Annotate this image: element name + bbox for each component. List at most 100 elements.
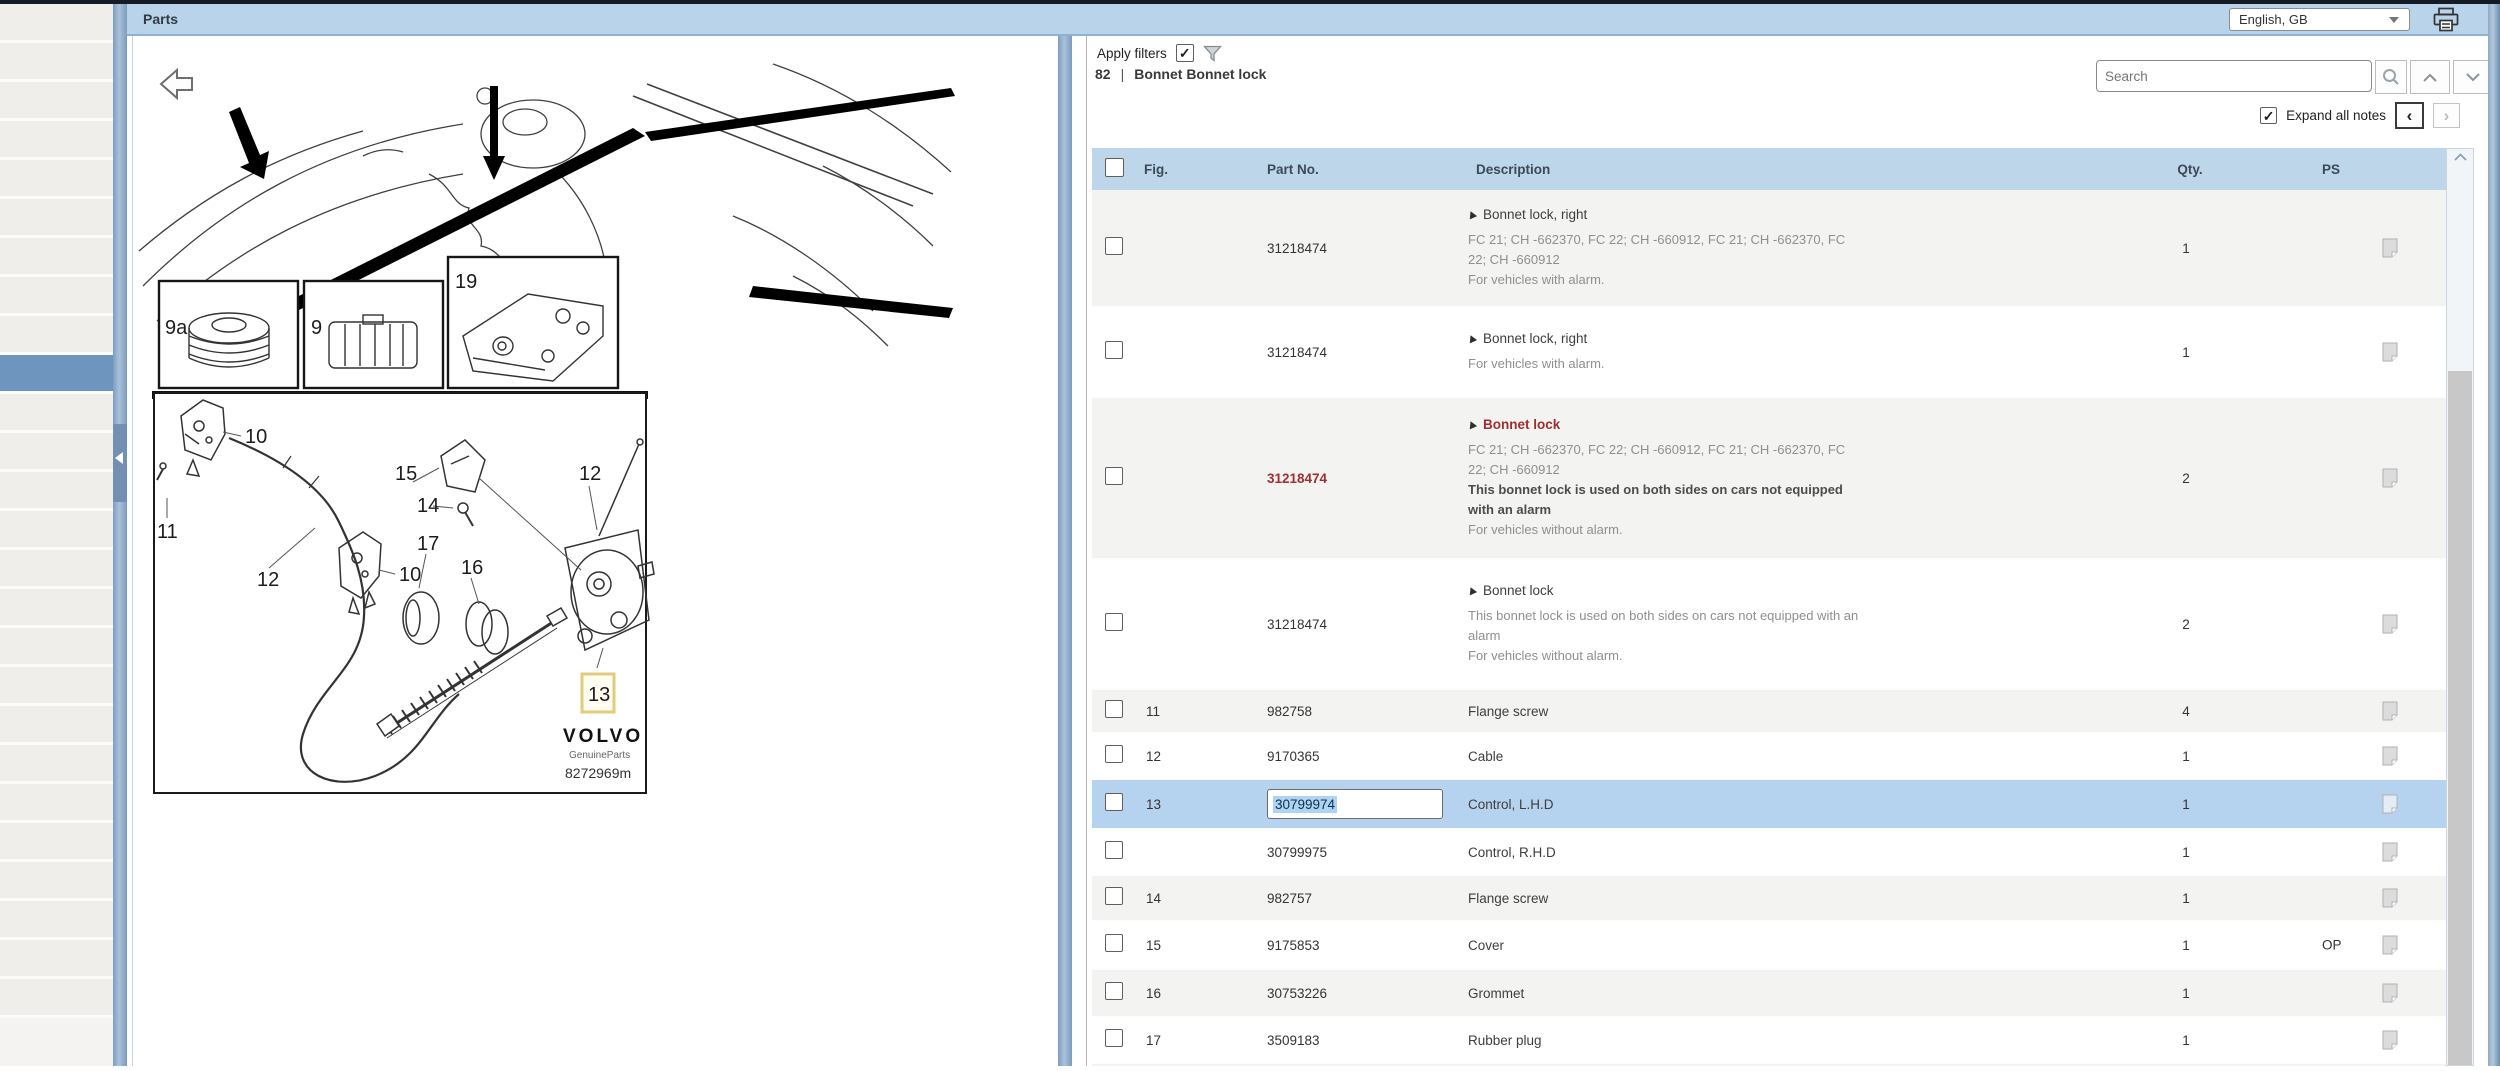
- note-page-icon[interactable]: [2382, 614, 2399, 634]
- row-checkbox[interactable]: [1105, 467, 1123, 485]
- sidebar-item[interactable]: [0, 160, 113, 199]
- sidebar-item[interactable]: [0, 433, 113, 472]
- sidebar-item[interactable]: [0, 628, 113, 667]
- sidebar-item[interactable]: [0, 589, 113, 628]
- apply-filters-checkbox[interactable]: ✓: [1176, 44, 1194, 62]
- sidebar-item[interactable]: [0, 862, 113, 901]
- table-row[interactable]: 1630753226Grommet1: [1092, 970, 2447, 1018]
- note-page-icon[interactable]: [2382, 746, 2399, 766]
- table-row[interactable]: 159175853Cover1OP: [1092, 922, 2447, 970]
- expand-notes-checkbox[interactable]: ✓: [2260, 107, 2277, 124]
- ps-cell: [2286, 1018, 2447, 1062]
- table-row[interactable]: 11982758Flange screw4: [1092, 690, 2447, 734]
- note-page-icon[interactable]: [2382, 701, 2399, 721]
- language-select[interactable]: English, GB: [2229, 8, 2410, 31]
- note-expander-icon[interactable]: [1467, 585, 1477, 595]
- sidebar-item[interactable]: [0, 979, 113, 1018]
- row-checkbox[interactable]: [1105, 700, 1123, 718]
- row-checkbox[interactable]: [1105, 613, 1123, 631]
- sidebar-splitter[interactable]: [113, 4, 127, 1066]
- sidebar-item[interactable]: [0, 82, 113, 121]
- note-page-icon[interactable]: [2382, 888, 2399, 908]
- sidebar-item[interactable]: [0, 940, 113, 979]
- sidebar-item[interactable]: [0, 784, 113, 823]
- scroll-up-icon[interactable]: [2447, 153, 2473, 161]
- note-page-icon[interactable]: [2382, 983, 2399, 1003]
- sidebar-item[interactable]: [0, 472, 113, 511]
- filters-bar: Apply filters ✓: [1097, 44, 1222, 62]
- sidebar-item[interactable]: [0, 121, 113, 160]
- sidebar-item[interactable]: [0, 199, 113, 238]
- collapse-left-icon[interactable]: [115, 452, 123, 464]
- part-description: Bonnet lock, right: [1483, 207, 1587, 222]
- sidebar-item[interactable]: [0, 706, 113, 745]
- note-page-icon[interactable]: [2382, 794, 2399, 814]
- note-page-icon[interactable]: [2382, 468, 2399, 488]
- table-row[interactable]: 129170365Cable1: [1092, 734, 2447, 780]
- table-row-selected[interactable]: 1330799974Control, L.H.D1: [1092, 780, 2447, 830]
- sidebar-item[interactable]: [0, 277, 113, 316]
- fig-cell: 12: [1136, 749, 1246, 764]
- sidebar-item[interactable]: [0, 550, 113, 589]
- note-expander-icon[interactable]: [1467, 333, 1477, 343]
- parts-diagram[interactable]: 9a 9 19 10 11 12 10 17 16 15 14 12 13 VO…: [133, 36, 1059, 1066]
- sidebar-item[interactable]: [0, 901, 113, 940]
- sidebar-item[interactable]: [0, 394, 113, 433]
- row-checkbox[interactable]: [1105, 237, 1123, 255]
- row-checkbox[interactable]: [1105, 841, 1123, 859]
- scrollbar-thumb[interactable]: [2448, 371, 2472, 1065]
- sidebar-item[interactable]: [0, 43, 113, 82]
- sidebar-item[interactable]: [0, 823, 113, 862]
- sidebar-item[interactable]: [0, 316, 113, 355]
- note-page-icon[interactable]: [2382, 842, 2399, 862]
- sidebar-item[interactable]: [0, 4, 113, 43]
- table-row[interactable]: 173509183Rubber plug1: [1092, 1018, 2447, 1064]
- ps-cell: [2286, 830, 2447, 874]
- select-all-checkbox[interactable]: [1105, 158, 1124, 177]
- back-arrow-icon[interactable]: [161, 70, 192, 98]
- ps-cell: [2286, 190, 2447, 306]
- table-row[interactable]: 30799975Control, R.H.D1: [1092, 830, 2447, 876]
- note-expander-icon[interactable]: [1467, 419, 1477, 429]
- part-number-input[interactable]: 30799974: [1267, 789, 1443, 819]
- panel-splitter[interactable]: [1058, 36, 1072, 1066]
- sidebar-item-selected[interactable]: [0, 355, 113, 394]
- description-cell: Bonnet lock, rightFor vehicles with alar…: [1446, 321, 2086, 384]
- row-checkbox[interactable]: [1105, 934, 1123, 952]
- apply-filters-label: Apply filters: [1097, 46, 1167, 61]
- row-checkbox[interactable]: [1105, 745, 1123, 763]
- table-row[interactable]: 31218474Bonnet lock, rightFC 21; CH -662…: [1092, 190, 2447, 308]
- part-description: Flange screw: [1468, 704, 1548, 719]
- row-checkbox[interactable]: [1105, 1029, 1123, 1047]
- table-row[interactable]: 31218474Bonnet lock, rightFor vehicles w…: [1092, 308, 2447, 398]
- find-next-button[interactable]: [2453, 60, 2493, 94]
- note-page-icon[interactable]: [2382, 238, 2399, 258]
- callout-12a: 12: [257, 569, 279, 591]
- qty-cell: 2: [2086, 617, 2286, 632]
- table-row[interactable]: 31218474Bonnet lockThis bonnet lock is u…: [1092, 560, 2447, 690]
- ps-cell: [2286, 398, 2447, 558]
- table-row[interactable]: 31218474Bonnet lockFC 21; CH -662370, FC…: [1092, 398, 2447, 560]
- sidebar-item[interactable]: [0, 745, 113, 784]
- note-expander-icon[interactable]: [1467, 209, 1477, 219]
- note-page-icon[interactable]: [2382, 342, 2399, 362]
- part-description: Bonnet lock: [1483, 583, 1554, 598]
- filter-funnel-icon[interactable]: [1203, 45, 1222, 62]
- note-page-icon[interactable]: [2382, 935, 2399, 955]
- search-input[interactable]: [2096, 60, 2372, 92]
- sidebar-item[interactable]: [0, 667, 113, 706]
- row-checkbox[interactable]: [1105, 982, 1123, 1000]
- sidebar-item[interactable]: [0, 238, 113, 277]
- row-checkbox[interactable]: [1105, 341, 1123, 359]
- prev-page-button[interactable]: ‹: [2395, 102, 2424, 129]
- find-previous-button[interactable]: [2410, 60, 2450, 94]
- search-button[interactable]: [2375, 60, 2407, 94]
- print-button[interactable]: [2432, 7, 2460, 33]
- note-page-icon[interactable]: [2382, 1030, 2399, 1050]
- table-row[interactable]: 14982757Flange screw1: [1092, 876, 2447, 922]
- row-checkbox[interactable]: [1105, 793, 1123, 811]
- sidebar-item[interactable]: [0, 511, 113, 550]
- next-page-button[interactable]: ›: [2433, 103, 2460, 128]
- table-scrollbar[interactable]: [2446, 148, 2474, 1066]
- row-checkbox[interactable]: [1105, 887, 1123, 905]
